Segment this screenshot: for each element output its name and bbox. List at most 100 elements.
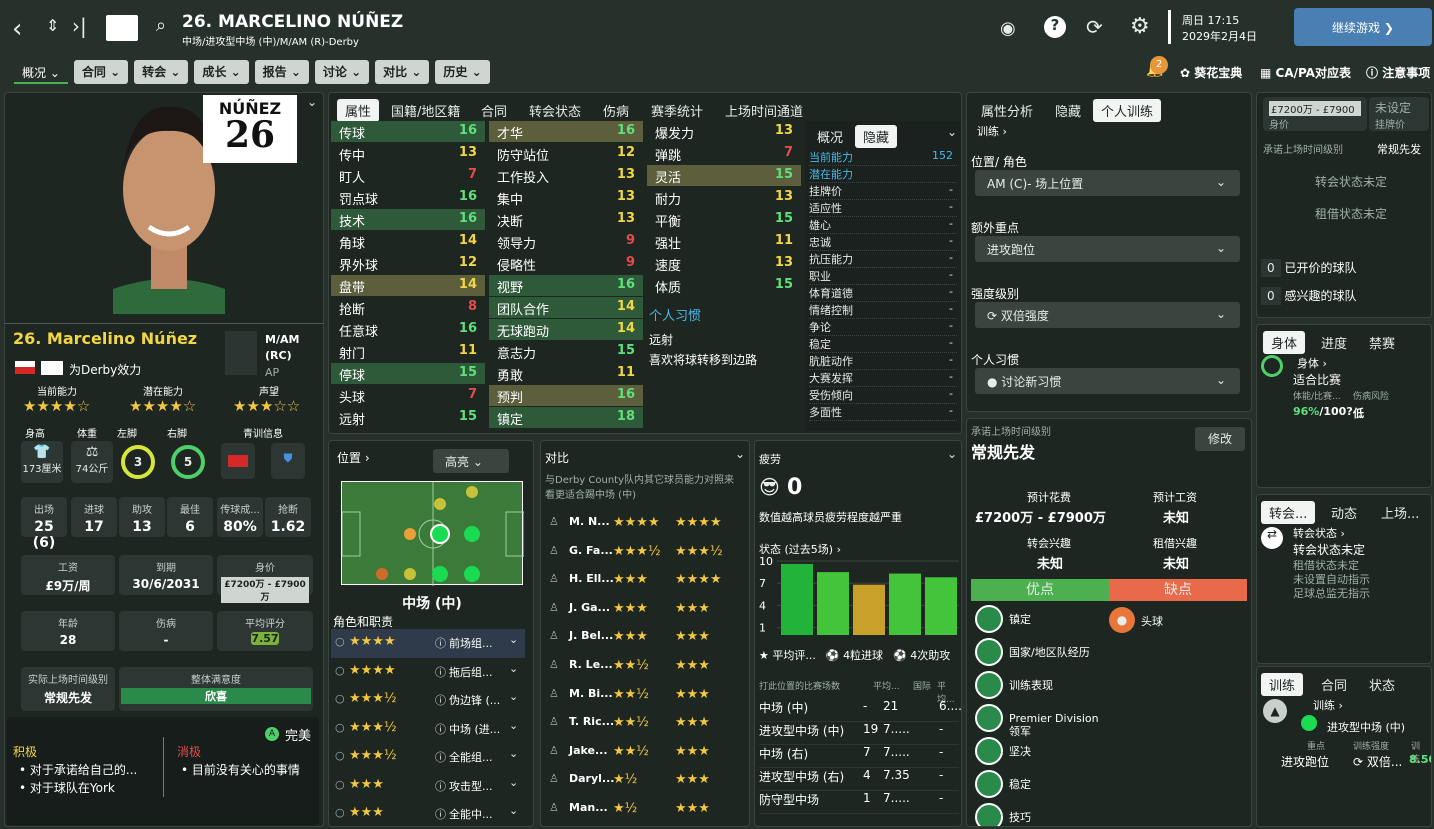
form-title[interactable]: 状态 (过去5场) › — [759, 541, 841, 557]
compare-row[interactable]: ♙ M. N... ★★★★ ★★★★ — [549, 515, 743, 544]
tab-train-hidden[interactable]: 隐藏 — [1055, 101, 1081, 120]
guide-link[interactable]: ✿ 葵花宝典 — [1180, 64, 1242, 81]
compare-row[interactable]: ♙ J. Bel... ★★★ ★★★ — [549, 629, 743, 658]
tab-hidden[interactable]: 隐藏 — [855, 125, 898, 148]
attribute-row[interactable]: 视野 16 — [489, 275, 643, 296]
tab-contract-side[interactable]: 合同 — [1321, 675, 1347, 694]
compare-row[interactable]: ♙ G. Fa... ★★★½ ★★★½ — [549, 544, 743, 573]
tab-discuss[interactable]: 讨论 ⌄ — [314, 60, 370, 84]
attribute-row[interactable]: 罚点球 16 — [331, 187, 485, 208]
attribute-row[interactable]: 抢断 8 — [331, 297, 485, 318]
back-icon[interactable]: ‹ — [12, 14, 22, 44]
attribute-row[interactable]: 角球 14 — [331, 231, 485, 252]
compare-dropdown-icon[interactable]: ⌄ — [735, 447, 745, 461]
shirt-dropdown-icon[interactable]: ⌄ — [307, 95, 317, 109]
tab-transfer-status[interactable]: 转会状态 — [529, 101, 581, 120]
train-pos-select[interactable]: AM (C)- 场上位置 ⌄ — [975, 170, 1240, 196]
role-row[interactable]: ○ ★★★ ⓘ 全能中... ⌄ — [331, 800, 525, 826]
continue-button[interactable]: 继续游戏 ❯ — [1294, 8, 1432, 46]
role-row[interactable]: ○ ★★★★ ⓘ 拖后组... ⌄ — [331, 658, 525, 687]
attribute-row[interactable]: 技术 16 — [331, 209, 485, 230]
attribute-row[interactable]: 停球 15 — [331, 363, 485, 384]
tab-playtime-channel[interactable]: 上场时间通道 — [725, 101, 803, 120]
attribute-row[interactable]: 爆发力 13 — [647, 121, 801, 142]
tab-progress[interactable]: 进度 — [1321, 333, 1347, 352]
intensity-select[interactable]: ⟳ 双倍强度 ⌄ — [975, 302, 1240, 328]
attribute-row[interactable]: 速度 13 — [647, 253, 801, 274]
habit-select[interactable]: ● 讨论新习惯 ⌄ — [975, 368, 1240, 394]
tab-transfer[interactable]: 转会 ⌄ — [134, 60, 189, 84]
attribute-row[interactable]: 勇敢 11 — [489, 363, 643, 384]
attribute-row[interactable]: 弹跳 7 — [647, 143, 801, 164]
attribute-row[interactable]: 决断 13 — [489, 209, 643, 230]
capa-link[interactable]: ▦ CA/PA对应表 — [1260, 64, 1351, 81]
attribute-row[interactable]: 灵活 15 — [647, 165, 801, 186]
attribute-row[interactable]: 领导力 9 — [489, 231, 643, 252]
tab-playtime-side[interactable]: 上场... — [1381, 503, 1419, 522]
attribute-row[interactable]: 盘带 14 — [331, 275, 485, 296]
attribute-row[interactable]: 工作投入 13 — [489, 165, 643, 186]
tab-overview[interactable]: 概况 ⌄ — [14, 60, 68, 84]
attribute-row[interactable]: 无球跑动 14 — [489, 319, 643, 340]
attribute-row[interactable]: 强壮 11 — [647, 231, 801, 252]
attribute-row[interactable]: 防守站位 12 — [489, 143, 643, 164]
extra-focus-select[interactable]: 进攻跑位 ⌄ — [975, 236, 1240, 262]
tab-reports[interactable]: 报告 ⌄ — [254, 60, 309, 84]
compare-row[interactable]: ♙ Man... ★½ ★★★ — [549, 801, 743, 826]
attribute-row[interactable]: 体质 15 — [647, 275, 801, 296]
gear-icon[interactable]: ⚙ — [1130, 14, 1150, 39]
compare-row[interactable]: ♙ Daryl... ★½ ★★★ — [549, 772, 743, 801]
up-down-icon[interactable]: ⇕ — [46, 16, 59, 35]
attribute-row[interactable]: 界外球 12 — [331, 253, 485, 274]
compare-row[interactable]: ♙ Jake... ★★½ ★★★ — [549, 744, 743, 773]
edit-button[interactable]: 修改 — [1195, 427, 1245, 451]
attribute-row[interactable]: 平衡 15 — [647, 209, 801, 230]
role-row[interactable]: ○ ★★★½ ⓘ 伪边锋 (... ⌄ — [331, 686, 525, 715]
tab-history[interactable]: 历史 ⌄ — [435, 60, 490, 84]
help-icon[interactable]: ? — [1044, 16, 1066, 38]
attribute-row[interactable]: 远射 15 — [331, 407, 485, 428]
notes-link[interactable]: ⓘ 注意事项 — [1366, 64, 1430, 81]
attribute-row[interactable]: 意志力 15 — [489, 341, 643, 362]
tab-compare[interactable]: 对比 ⌄ — [375, 60, 430, 84]
role-row[interactable]: ○ ★★★ ⓘ 攻击型... ⌄ — [331, 772, 525, 801]
tab-contract-info[interactable]: 合同 — [481, 101, 507, 120]
training-side-link[interactable]: 训练 › — [1313, 697, 1343, 713]
tab-nationality[interactable]: 国籍/地区籍 — [391, 101, 460, 120]
attribute-row[interactable]: 团队合作 14 — [489, 297, 643, 318]
body-link[interactable]: 身体 › — [1297, 355, 1327, 371]
attribute-row[interactable]: 射门 11 — [331, 341, 485, 362]
compare-row[interactable]: ♙ R. Le... ★★½ ★★★ — [549, 658, 743, 687]
attribute-row[interactable]: 侵略性 9 — [489, 253, 643, 274]
attribute-row[interactable]: 盯人 7 — [331, 165, 485, 186]
tab-injury[interactable]: 伤病 — [603, 101, 629, 120]
tab-attributes[interactable]: 属性 — [337, 99, 380, 122]
attribute-row[interactable]: 预判 16 — [489, 385, 643, 406]
role-row[interactable]: ○ ★★★½ ⓘ 全能组... ⌄ — [331, 743, 525, 772]
search-icon[interactable]: ⌕ — [156, 15, 166, 36]
tab-contract[interactable]: 合同 ⌄ — [73, 60, 129, 84]
position-title[interactable]: 位置 › — [337, 449, 370, 466]
fatigue-dropdown-icon[interactable]: ⌄ — [947, 447, 957, 461]
compare-row[interactable]: ♙ J. Ga... ★★★ ★★★ — [549, 601, 743, 630]
tab-body[interactable]: 身体 — [1263, 331, 1306, 354]
attribute-row[interactable]: 任意球 16 — [331, 319, 485, 340]
attribute-row[interactable]: 头球 7 — [331, 385, 485, 406]
attribute-row[interactable]: 才华 16 — [489, 121, 643, 142]
compare-row[interactable]: ♙ M. Bi... ★★½ ★★★ — [549, 687, 743, 716]
attribute-row[interactable]: 传球 16 — [331, 121, 485, 142]
attribute-row[interactable]: 镇定 18 — [489, 407, 643, 428]
role-row[interactable]: ○ ★★★½ ⓘ 中场 (进... ⌄ — [331, 715, 525, 744]
tab-dynamics[interactable]: 动态 — [1331, 503, 1357, 522]
hidden-dropdown-icon[interactable]: ⌄ — [947, 125, 957, 139]
tab-transfer-side[interactable]: 转会... — [1261, 501, 1316, 524]
transfer-status-link[interactable]: 转会状态 › — [1293, 525, 1345, 541]
refresh-icon[interactable]: ⟳ — [1086, 15, 1103, 39]
compare-row[interactable]: ♙ H. Ell... ★★★ ★★★★ — [549, 572, 743, 601]
forward-icon[interactable]: ›| — [72, 14, 87, 38]
tab-individual-training[interactable]: 个人训练 — [1093, 99, 1162, 122]
tab-hidden-overview[interactable]: 概况 — [817, 127, 843, 146]
tab-development[interactable]: 成长 ⌄ — [194, 60, 249, 84]
highlight-select[interactable]: 高亮 ⌄ — [433, 449, 509, 473]
training-link[interactable]: 训练 › — [977, 123, 1007, 139]
